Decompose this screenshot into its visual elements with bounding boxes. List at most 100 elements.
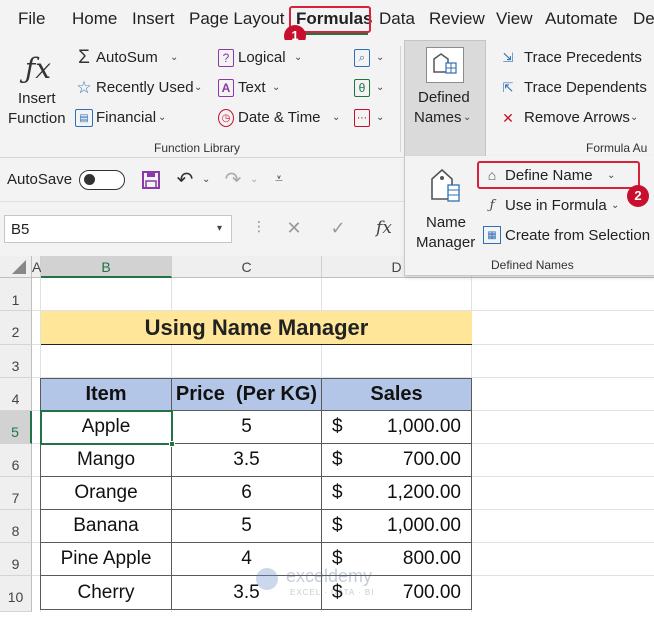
- magnifier-icon: ⌕: [354, 49, 370, 67]
- chevron-down-icon: ⌄: [611, 200, 620, 211]
- function-library-group-label: Function Library: [154, 141, 241, 155]
- sheet-title-cell[interactable]: Using Name Manager: [41, 311, 472, 345]
- table-cell-item[interactable]: Pine Apple: [41, 543, 172, 576]
- table-cell-item[interactable]: Banana: [41, 510, 172, 543]
- row-header-9[interactable]: 9: [0, 543, 32, 576]
- column-header-a[interactable]: A: [32, 256, 41, 278]
- undo-icon[interactable]: ↶: [174, 168, 196, 191]
- defined-names-button[interactable]: Defined Names ⌄: [404, 40, 486, 158]
- trace-dependents-button[interactable]: ⇱ Trace Dependents: [498, 78, 654, 100]
- table-cell-price[interactable]: 6: [172, 477, 322, 510]
- tab-insert[interactable]: Insert: [132, 9, 175, 29]
- star-icon: ☆: [76, 78, 92, 97]
- table-cell-item[interactable]: Mango: [41, 444, 172, 477]
- name-manager-label-1: Name: [426, 214, 467, 231]
- save-icon[interactable]: [140, 169, 162, 191]
- tab-data[interactable]: Data: [379, 9, 415, 29]
- remove-arrows-button[interactable]: ✕ Remove Arrows ⌄: [498, 108, 654, 130]
- text-function-label: Text: [238, 79, 266, 96]
- sales-value: 1,000.00: [387, 515, 461, 536]
- name-manager-button[interactable]: Name Manager: [413, 164, 475, 254]
- more-functions-icon: ⋯: [354, 109, 370, 127]
- table-cell-price[interactable]: 5: [172, 510, 322, 543]
- tag-grid-icon: [426, 47, 464, 83]
- sales-value: 1,000.00: [387, 416, 461, 437]
- column-header-b[interactable]: B: [41, 256, 172, 278]
- cancel-icon[interactable]: ✕: [282, 216, 306, 240]
- customize-qat-icon[interactable]: ⩡: [275, 170, 283, 187]
- remove-arrows-icon: ✕: [502, 109, 514, 126]
- header-item[interactable]: Item: [41, 379, 172, 411]
- insert-function-label-2: Function: [8, 110, 66, 127]
- financial-button[interactable]: ▤ Financial ⌄: [74, 108, 210, 130]
- tab-automate[interactable]: Automate: [545, 9, 618, 29]
- tab-file[interactable]: File: [18, 9, 45, 29]
- table-cell-sales[interactable]: $700.00: [322, 444, 472, 477]
- autosum-button[interactable]: Σ AutoSum ⌄: [74, 47, 210, 70]
- tab-view[interactable]: View: [496, 9, 533, 29]
- table-cell-sales[interactable]: $1,000.00: [322, 411, 472, 444]
- fx-icon: ƒx: [24, 51, 52, 85]
- row-header-4[interactable]: 4: [0, 378, 32, 411]
- row-header-10[interactable]: 10: [0, 576, 32, 612]
- autosave-label: AutoSave: [7, 171, 73, 188]
- chevron-down-icon: ▾: [217, 223, 223, 234]
- text-function-button[interactable]: A Text ⌄: [216, 78, 346, 100]
- row-header-3[interactable]: 3: [0, 345, 32, 378]
- math-trig-button[interactable]: θ ⌄: [352, 78, 392, 100]
- financial-label: Financial: [96, 109, 157, 126]
- row-header-7[interactable]: 7: [0, 477, 32, 510]
- table-cell-price[interactable]: 3.5: [172, 444, 322, 477]
- sales-value: 800.00: [402, 548, 461, 569]
- logical-label: Logical: [238, 49, 286, 66]
- tab-review[interactable]: Review: [429, 9, 485, 29]
- name-box[interactable]: B5 ▾: [4, 215, 232, 243]
- table-cell-item[interactable]: Cherry: [41, 576, 172, 610]
- insert-function-button[interactable]: ƒx Insert Function: [6, 48, 70, 130]
- select-all-corner[interactable]: [0, 256, 32, 278]
- logical-button[interactable]: ? Logical ⌄: [216, 48, 346, 70]
- theta-icon: θ: [354, 79, 370, 97]
- create-from-selection-button[interactable]: ▦ Create from Selection: [481, 224, 653, 246]
- row-header-6[interactable]: 6: [0, 444, 32, 477]
- defined-names-group-label: Defined Names: [491, 258, 574, 272]
- enter-check-icon[interactable]: ✓: [326, 216, 350, 240]
- table-cell-item[interactable]: Orange: [41, 477, 172, 510]
- trace-precedents-button[interactable]: ⇲ Trace Precedents: [498, 48, 654, 70]
- fill-handle[interactable]: [169, 441, 175, 447]
- tab-home[interactable]: Home: [72, 9, 117, 29]
- chevron-down-icon: ⌄: [376, 112, 385, 123]
- column-header-c[interactable]: C: [172, 256, 322, 278]
- chevron-down-icon: ⌄: [250, 174, 259, 185]
- highlight-define-name: [477, 161, 640, 189]
- table-cell-price[interactable]: 5: [172, 411, 322, 444]
- formula-auditing-group-label: Formula Au: [586, 141, 648, 155]
- insert-function-fx-icon[interactable]: fx: [370, 216, 398, 240]
- autosave-toggle[interactable]: [79, 170, 125, 190]
- chevron-down-icon[interactable]: ⌄: [202, 174, 210, 185]
- use-in-formula-button[interactable]: ƒ Use in Formula ⌄: [481, 194, 651, 216]
- header-sales[interactable]: Sales: [322, 379, 472, 411]
- table-cell-sales[interactable]: $1,000.00: [322, 510, 472, 543]
- more-functions-button[interactable]: ⋯ ⌄: [352, 108, 392, 130]
- redo-icon: ↷: [224, 168, 242, 191]
- date-time-button[interactable]: ◷ Date & Time ⌄: [216, 108, 346, 130]
- watermark-icon: [256, 568, 278, 590]
- row-header-5[interactable]: 5: [0, 411, 32, 444]
- recently-used-button[interactable]: ☆ Recently Used ⌄: [74, 78, 210, 100]
- chevron-down-icon: ⌄: [463, 112, 472, 123]
- header-price[interactable]: Price (Per KG): [172, 379, 322, 411]
- chevron-down-icon: ⌄: [376, 82, 385, 93]
- chevron-down-icon: ⌄: [332, 112, 341, 123]
- table-cell-sales[interactable]: $1,200.00: [322, 477, 472, 510]
- row-header-1[interactable]: 1: [0, 278, 32, 311]
- tab-page-layout[interactable]: Page Layout: [189, 9, 284, 29]
- lookup-reference-button[interactable]: ⌕ ⌄: [352, 48, 392, 70]
- row-header-2[interactable]: 2: [0, 311, 32, 345]
- row-header-8[interactable]: 8: [0, 510, 32, 543]
- active-cell-selection: [40, 410, 173, 445]
- watermark-logo: exceldemy EXCEL · DATA · BI: [256, 566, 406, 600]
- sales-value: 700.00: [402, 449, 461, 470]
- tab-developer[interactable]: De: [633, 9, 654, 29]
- logical-icon: ?: [218, 49, 234, 67]
